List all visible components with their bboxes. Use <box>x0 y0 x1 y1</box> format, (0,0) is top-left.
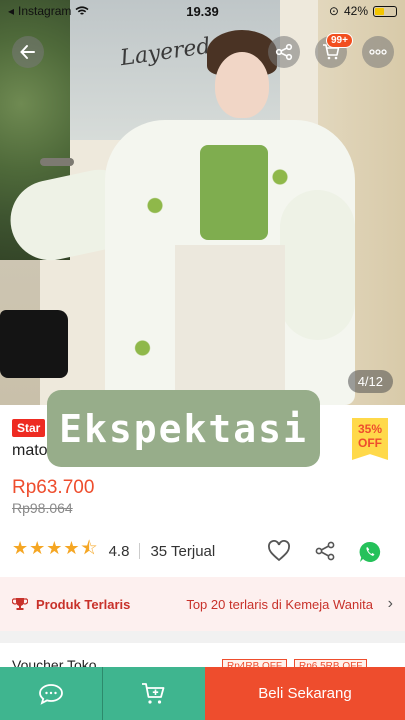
add-to-cart-button[interactable] <box>103 667 205 720</box>
bottom-action-bar: Beli Sekarang <box>0 667 405 720</box>
back-button[interactable] <box>12 36 44 68</box>
rating-value: 4.8 <box>108 542 130 560</box>
status-bar: ◂ Instagram 19.39 ⊙ 42% <box>0 0 405 22</box>
photo-sleeve-right <box>280 190 355 340</box>
rating-stars: ★★★★⯪ <box>12 538 99 558</box>
chat-icon <box>39 683 63 705</box>
rating-row: ★★★★⯪ 4.8 35 Terjual <box>12 538 392 562</box>
orientation-lock-icon: ⊙ <box>328 4 339 18</box>
favorite-button[interactable] <box>267 540 291 567</box>
more-icon <box>369 49 387 55</box>
discount-badge: 35% OFF <box>352 418 388 460</box>
star-badge: Star <box>12 419 46 437</box>
battery-percent: 42% <box>343 4 368 18</box>
share-product-button[interactable] <box>314 540 336 567</box>
product-name: mato <box>12 442 48 459</box>
sold-count: 35 Terjual <box>150 542 216 560</box>
overlay-caption: Ekspektasi <box>47 390 320 467</box>
photo-door-handle <box>40 158 74 166</box>
trophy-icon <box>12 598 28 610</box>
discount-value: 35% <box>357 422 383 436</box>
best-seller-rank: Top 20 terlaris di Kemeja Wanita <box>186 596 373 612</box>
back-arrow-icon <box>20 45 35 59</box>
add-to-cart-icon <box>142 682 165 704</box>
share-button[interactable] <box>268 36 300 68</box>
photo-bag <box>0 310 68 378</box>
original-price: Rp98.064 <box>12 500 73 516</box>
product-page: Layered ◂ Instagram 19.39 ⊙ 42% 99+ 4/12… <box>0 0 405 720</box>
photo-skirt <box>175 245 285 405</box>
best-seller-banner[interactable]: Produk Terlaris Top 20 terlaris di Kemej… <box>0 577 405 631</box>
status-right: ⊙ 42% <box>329 4 397 18</box>
cart-count-badge: 99+ <box>326 33 353 48</box>
section-divider <box>0 631 405 643</box>
discount-label: OFF <box>358 436 382 450</box>
buy-now-button[interactable]: Beli Sekarang <box>205 667 405 720</box>
chevron-right-icon: › <box>387 595 393 612</box>
more-button[interactable] <box>362 36 394 68</box>
share-icon <box>275 43 293 61</box>
heart-icon <box>268 540 290 562</box>
photo-top <box>200 145 268 240</box>
share-icon <box>315 541 335 561</box>
whatsapp-icon <box>359 541 381 562</box>
image-counter: 4/12 <box>347 370 393 393</box>
rating-divider <box>139 543 141 559</box>
product-price: Rp63.700 <box>12 477 95 498</box>
best-seller-label: Produk Terlaris <box>36 596 131 612</box>
battery-icon <box>373 5 397 17</box>
whatsapp-share-button[interactable] <box>358 540 382 569</box>
photo-head <box>215 52 269 118</box>
chat-button[interactable] <box>0 667 102 720</box>
